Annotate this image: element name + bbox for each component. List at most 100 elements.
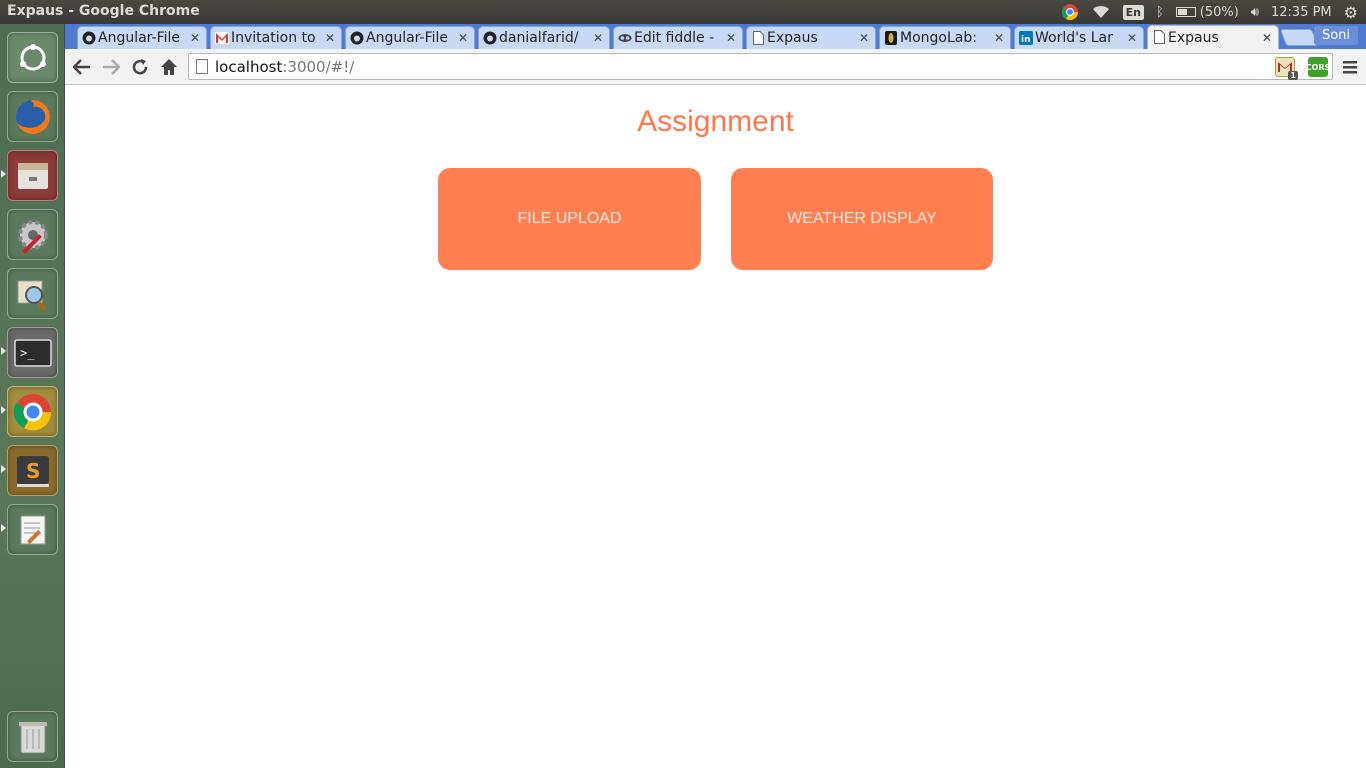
tab-close-icon[interactable]: ✕ bbox=[1262, 31, 1272, 45]
tab[interactable]: Angular-File ✕ bbox=[345, 26, 475, 49]
tab[interactable]: Edit fiddle - ✕ bbox=[613, 26, 743, 49]
tab-close-icon[interactable]: ✕ bbox=[994, 31, 1004, 45]
page-icon bbox=[751, 31, 765, 45]
jsfiddle-icon bbox=[618, 31, 632, 45]
wifi-icon[interactable] bbox=[1091, 5, 1111, 19]
svg-text:>_: >_ bbox=[20, 346, 35, 360]
tab[interactable]: danialfarid/ ✕ bbox=[478, 26, 610, 49]
keyboard-layout-indicator[interactable]: En bbox=[1122, 4, 1144, 20]
indicator-area: En ᛒ (50%) 🔊︎ 12:35 PM ⚙ bbox=[1061, 0, 1358, 24]
address-bar[interactable]: localhost:3000/#!/ ☆ bbox=[188, 53, 1333, 80]
back-arrow-icon bbox=[73, 59, 90, 75]
weather-display-label: WEATHER DISPLAY bbox=[787, 210, 937, 227]
trash-icon bbox=[18, 721, 47, 753]
mongolab-icon bbox=[884, 31, 898, 45]
url-path: :3000/#!/ bbox=[282, 57, 355, 76]
running-indicator bbox=[1, 524, 6, 532]
battery-indicator[interactable]: (50%) bbox=[1175, 4, 1239, 20]
tab-active[interactable]: Expaus ✕ bbox=[1147, 25, 1279, 49]
back-button[interactable] bbox=[70, 55, 94, 79]
launcher-item-files[interactable] bbox=[7, 150, 58, 201]
cors-label: CORS bbox=[1305, 62, 1331, 72]
url-host: localhost bbox=[215, 57, 283, 76]
battery-percent: (50%) bbox=[1199, 4, 1239, 20]
tab-close-icon[interactable]: ✕ bbox=[726, 31, 736, 45]
launcher-item-sublime[interactable]: S bbox=[7, 445, 58, 496]
ubuntu-dash-icon bbox=[19, 43, 46, 70]
profile-button[interactable]: Soni bbox=[1313, 26, 1358, 45]
chrome-menu-button[interactable] bbox=[1338, 55, 1362, 79]
forward-button[interactable] bbox=[99, 55, 123, 79]
tab-title: World's Lar bbox=[1035, 30, 1113, 46]
hamburger-menu-icon bbox=[1343, 61, 1357, 74]
launcher-item-settings[interactable] bbox=[7, 209, 58, 260]
tab-title: danialfarid/ bbox=[499, 30, 579, 46]
volume-icon[interactable]: 🔊︎ bbox=[1251, 5, 1259, 20]
launcher-item-chrome[interactable] bbox=[7, 386, 58, 437]
firefox-icon bbox=[15, 99, 50, 134]
new-tab-button[interactable] bbox=[1279, 29, 1319, 46]
tab-close-icon[interactable]: ✕ bbox=[458, 31, 468, 45]
tab-title: Edit fiddle - bbox=[634, 30, 715, 46]
bluetooth-icon[interactable]: ᛒ bbox=[1156, 5, 1164, 20]
tab[interactable]: MongoLab: ✕ bbox=[879, 26, 1011, 49]
tab[interactable]: Expaus ✕ bbox=[746, 26, 876, 49]
page-title: Assignment bbox=[637, 105, 794, 138]
text-editor-icon bbox=[20, 515, 45, 544]
tab-title: Expaus bbox=[1168, 29, 1219, 46]
launcher-item-image-viewer[interactable] bbox=[7, 268, 58, 319]
tab[interactable]: Angular-File ✕ bbox=[77, 26, 207, 49]
weather-display-button[interactable]: WEATHER DISPLAY bbox=[731, 168, 993, 270]
unity-launcher: >_ S bbox=[0, 24, 65, 768]
file-upload-label: FILE UPLOAD bbox=[517, 210, 622, 227]
tab-close-icon[interactable]: ✕ bbox=[859, 31, 869, 45]
tab-close-icon[interactable]: ✕ bbox=[593, 31, 603, 45]
running-indicator bbox=[1, 347, 6, 355]
tab-title: Angular-File bbox=[366, 30, 449, 46]
svg-text:in: in bbox=[1021, 35, 1031, 45]
launcher-item-terminal[interactable]: >_ bbox=[7, 327, 58, 378]
page-icon bbox=[1152, 30, 1166, 44]
system-settings-icon bbox=[17, 219, 48, 254]
tab-strip: Angular-File ✕ Invitation to ✕ Angular-F… bbox=[65, 24, 1366, 49]
terminal-icon: >_ bbox=[13, 338, 52, 367]
tab[interactable]: in World's Lar ✕ bbox=[1014, 26, 1144, 49]
gmail-icon bbox=[215, 31, 229, 45]
tab-title: Invitation to bbox=[231, 30, 316, 46]
chrome-icon bbox=[13, 393, 51, 430]
gmail-extension-icon[interactable]: 1 bbox=[1275, 57, 1298, 80]
tab-close-icon[interactable]: ✕ bbox=[325, 31, 335, 45]
running-indicator bbox=[1, 406, 6, 414]
page-icon bbox=[196, 59, 208, 74]
top-panel: Expaus - Google Chrome En ᛒ (50%) 🔊︎ 12:… bbox=[0, 0, 1366, 24]
browser-toolbar: localhost:3000/#!/ ☆ 1 CORS bbox=[65, 49, 1366, 85]
github-icon bbox=[350, 31, 364, 45]
linkedin-icon: in bbox=[1019, 31, 1033, 45]
tab-close-icon[interactable]: ✕ bbox=[1127, 31, 1137, 45]
github-icon bbox=[483, 31, 497, 45]
tab[interactable]: Invitation to ✕ bbox=[210, 26, 342, 49]
launcher-item-firefox[interactable] bbox=[7, 91, 58, 142]
page-content: Assignment FILE UPLOAD WEATHER DISPLAY bbox=[65, 85, 1366, 768]
reload-icon bbox=[132, 59, 148, 75]
image-viewer-icon bbox=[17, 280, 47, 311]
home-button[interactable] bbox=[157, 55, 181, 79]
home-icon bbox=[161, 59, 177, 75]
svg-text:S: S bbox=[26, 459, 40, 483]
file-upload-button[interactable]: FILE UPLOAD bbox=[438, 168, 701, 270]
launcher-item-trash[interactable] bbox=[7, 711, 58, 762]
clock[interactable]: 12:35 PM bbox=[1271, 5, 1332, 20]
reload-button[interactable] bbox=[128, 55, 152, 79]
files-icon bbox=[17, 162, 48, 189]
tab-close-icon[interactable]: ✕ bbox=[190, 31, 200, 45]
github-icon bbox=[82, 31, 96, 45]
cors-extension-icon[interactable]: CORS bbox=[1305, 57, 1331, 77]
running-indicator bbox=[1, 465, 6, 473]
launcher-item-text-editor[interactable] bbox=[7, 504, 58, 555]
launcher-item-dash[interactable] bbox=[7, 32, 58, 83]
session-gear-icon[interactable]: ⚙ bbox=[1344, 3, 1358, 22]
tab-title: Angular-File bbox=[98, 30, 181, 46]
window-title: Expaus - Google Chrome bbox=[7, 3, 200, 19]
chrome-indicator-icon[interactable] bbox=[1061, 3, 1079, 21]
gmail-badge: 1 bbox=[1288, 71, 1298, 80]
